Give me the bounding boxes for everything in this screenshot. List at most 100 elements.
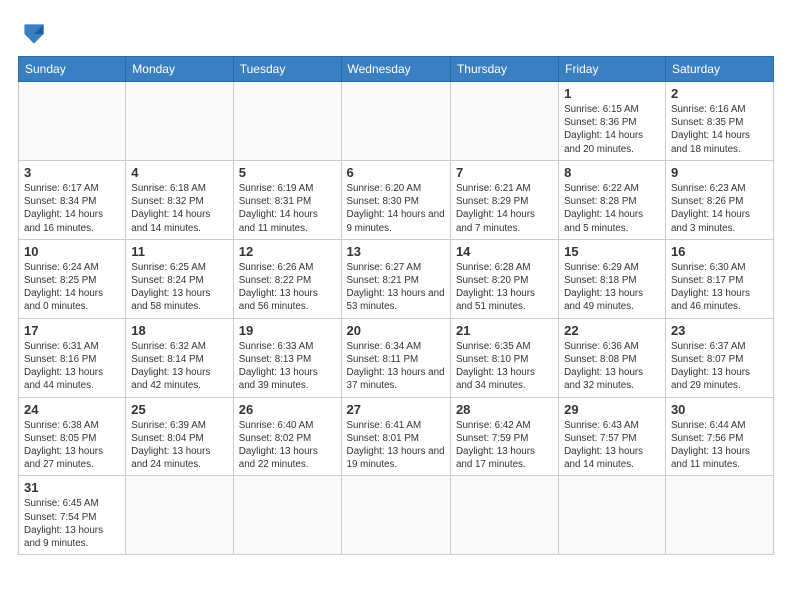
- day-info: Sunrise: 6:19 AM Sunset: 8:31 PM Dayligh…: [239, 182, 336, 235]
- calendar-cell: [233, 82, 341, 161]
- day-number: 22: [564, 323, 660, 338]
- calendar-cell: 23 Sunrise: 6:37 AM Sunset: 8:07 PM Dayli…: [665, 318, 773, 397]
- day-info: Sunrise: 6:38 AM Sunset: 8:05 PM Dayligh…: [24, 419, 120, 472]
- day-number: 23: [671, 323, 768, 338]
- day-info: Sunrise: 6:17 AM Sunset: 8:34 PM Dayligh…: [24, 182, 120, 235]
- logo: [18, 18, 54, 50]
- day-number: 26: [239, 402, 336, 417]
- calendar-cell: 18Sunrise: 6:32 AM Sunset: 8:14 PM Dayli…: [126, 318, 233, 397]
- calendar-cell: 11Sunrise: 6:25 AM Sunset: 8:24 PM Dayli…: [126, 239, 233, 318]
- day-number: 13: [347, 244, 445, 259]
- day-number: 28: [456, 402, 553, 417]
- day-number: 4: [131, 165, 227, 180]
- day-number: 17: [24, 323, 120, 338]
- day-number: 29: [564, 402, 660, 417]
- day-number: 24: [24, 402, 120, 417]
- day-info: Sunrise: 6:30 AM Sunset: 8:17 PM Dayligh…: [671, 261, 768, 314]
- day-number: 20: [347, 323, 445, 338]
- day-of-week-header: Monday: [126, 57, 233, 82]
- calendar-cell: 20 Sunrise: 6:34 AM Sunset: 8:11 PM Dayli…: [341, 318, 450, 397]
- calendar-cell: 10 Sunrise: 6:24 AM Sunset: 8:25 PM Dayli…: [19, 239, 126, 318]
- day-info: Sunrise: 6:32 AM Sunset: 8:14 PM Dayligh…: [131, 340, 227, 393]
- calendar-cell: [450, 82, 558, 161]
- day-of-week-header: Friday: [559, 57, 666, 82]
- day-info: Sunrise: 6:27 AM Sunset: 8:21 PM Dayligh…: [347, 261, 445, 314]
- day-number: 2: [671, 86, 768, 101]
- calendar-cell: 12Sunrise: 6:26 AM Sunset: 8:22 PM Dayli…: [233, 239, 341, 318]
- day-number: 14: [456, 244, 553, 259]
- calendar-cell: 1Sunrise: 6:15 AM Sunset: 8:36 PM Daylig…: [559, 82, 666, 161]
- calendar-cell: [126, 476, 233, 555]
- day-number: 25: [131, 402, 227, 417]
- day-number: 9: [671, 165, 768, 180]
- calendar-cell: [665, 476, 773, 555]
- calendar-cell: [559, 476, 666, 555]
- day-number: 21: [456, 323, 553, 338]
- day-number: 15: [564, 244, 660, 259]
- calendar-cell: 16 Sunrise: 6:30 AM Sunset: 8:17 PM Dayli…: [665, 239, 773, 318]
- day-number: 27: [347, 402, 445, 417]
- day-info: Sunrise: 6:31 AM Sunset: 8:16 PM Dayligh…: [24, 340, 120, 393]
- calendar-cell: 5 Sunrise: 6:19 AM Sunset: 8:31 PM Daylig…: [233, 160, 341, 239]
- day-info: Sunrise: 6:44 AM Sunset: 7:56 PM Dayligh…: [671, 419, 768, 472]
- day-number: 16: [671, 244, 768, 259]
- day-info: Sunrise: 6:25 AM Sunset: 8:24 PM Dayligh…: [131, 261, 227, 314]
- calendar-cell: [233, 476, 341, 555]
- day-info: Sunrise: 6:26 AM Sunset: 8:22 PM Dayligh…: [239, 261, 336, 314]
- calendar-cell: 15Sunrise: 6:29 AM Sunset: 8:18 PM Dayli…: [559, 239, 666, 318]
- calendar-cell: 24 Sunrise: 6:38 AM Sunset: 8:05 PM Dayli…: [19, 397, 126, 476]
- day-info: Sunrise: 6:20 AM Sunset: 8:30 PM Dayligh…: [347, 182, 445, 235]
- calendar-header: [18, 18, 774, 50]
- calendar-week-row: 24 Sunrise: 6:38 AM Sunset: 8:05 PM Dayli…: [19, 397, 774, 476]
- day-of-week-header: Saturday: [665, 57, 773, 82]
- day-number: 6: [347, 165, 445, 180]
- calendar-week-row: 10 Sunrise: 6:24 AM Sunset: 8:25 PM Dayli…: [19, 239, 774, 318]
- day-number: 8: [564, 165, 660, 180]
- calendar-week-row: 31 Sunrise: 6:45 AM Sunset: 7:54 PM Dayli…: [19, 476, 774, 555]
- day-info: Sunrise: 6:42 AM Sunset: 7:59 PM Dayligh…: [456, 419, 553, 472]
- calendar-cell: 7 Sunrise: 6:21 AM Sunset: 8:29 PM Daylig…: [450, 160, 558, 239]
- day-of-week-header: Sunday: [19, 57, 126, 82]
- calendar-cell: 26Sunrise: 6:40 AM Sunset: 8:02 PM Dayli…: [233, 397, 341, 476]
- day-of-week-header: Thursday: [450, 57, 558, 82]
- calendar-cell: 4Sunrise: 6:18 AM Sunset: 8:32 PM Daylig…: [126, 160, 233, 239]
- calendar-cell: [450, 476, 558, 555]
- day-info: Sunrise: 6:24 AM Sunset: 8:25 PM Dayligh…: [24, 261, 120, 314]
- day-number: 10: [24, 244, 120, 259]
- day-of-week-header: Wednesday: [341, 57, 450, 82]
- day-info: Sunrise: 6:16 AM Sunset: 8:35 PM Dayligh…: [671, 103, 768, 156]
- calendar-cell: 28 Sunrise: 6:42 AM Sunset: 7:59 PM Dayli…: [450, 397, 558, 476]
- calendar-cell: 13 Sunrise: 6:27 AM Sunset: 8:21 PM Dayli…: [341, 239, 450, 318]
- calendar-cell: [341, 476, 450, 555]
- calendar-cell: 2 Sunrise: 6:16 AM Sunset: 8:35 PM Daylig…: [665, 82, 773, 161]
- day-info: Sunrise: 6:15 AM Sunset: 8:36 PM Dayligh…: [564, 103, 660, 156]
- day-info: Sunrise: 6:36 AM Sunset: 8:08 PM Dayligh…: [564, 340, 660, 393]
- calendar-cell: 25Sunrise: 6:39 AM Sunset: 8:04 PM Dayli…: [126, 397, 233, 476]
- day-info: Sunrise: 6:41 AM Sunset: 8:01 PM Dayligh…: [347, 419, 445, 472]
- calendar-cell: 21Sunrise: 6:35 AM Sunset: 8:10 PM Dayli…: [450, 318, 558, 397]
- day-number: 5: [239, 165, 336, 180]
- calendar-cell: 29 Sunrise: 6:43 AM Sunset: 7:57 PM Dayli…: [559, 397, 666, 476]
- day-info: Sunrise: 6:23 AM Sunset: 8:26 PM Dayligh…: [671, 182, 768, 235]
- calendar-week-row: 17 Sunrise: 6:31 AM Sunset: 8:16 PM Dayli…: [19, 318, 774, 397]
- day-info: Sunrise: 6:33 AM Sunset: 8:13 PM Dayligh…: [239, 340, 336, 393]
- day-info: Sunrise: 6:43 AM Sunset: 7:57 PM Dayligh…: [564, 419, 660, 472]
- calendar-cell: 30Sunrise: 6:44 AM Sunset: 7:56 PM Dayli…: [665, 397, 773, 476]
- day-info: Sunrise: 6:34 AM Sunset: 8:11 PM Dayligh…: [347, 340, 445, 393]
- calendar-cell: [341, 82, 450, 161]
- calendar-cell: 3Sunrise: 6:17 AM Sunset: 8:34 PM Daylig…: [19, 160, 126, 239]
- day-number: 31: [24, 480, 120, 495]
- day-info: Sunrise: 6:45 AM Sunset: 7:54 PM Dayligh…: [24, 497, 120, 550]
- calendar-cell: 31 Sunrise: 6:45 AM Sunset: 7:54 PM Dayli…: [19, 476, 126, 555]
- day-info: Sunrise: 6:21 AM Sunset: 8:29 PM Dayligh…: [456, 182, 553, 235]
- calendar-cell: 17 Sunrise: 6:31 AM Sunset: 8:16 PM Dayli…: [19, 318, 126, 397]
- day-info: Sunrise: 6:37 AM Sunset: 8:07 PM Dayligh…: [671, 340, 768, 393]
- calendar-cell: [19, 82, 126, 161]
- calendar-cell: 22 Sunrise: 6:36 AM Sunset: 8:08 PM Dayli…: [559, 318, 666, 397]
- day-number: 7: [456, 165, 553, 180]
- calendar-cell: 19Sunrise: 6:33 AM Sunset: 8:13 PM Dayli…: [233, 318, 341, 397]
- logo-icon: [18, 18, 50, 50]
- calendar-table: SundayMondayTuesdayWednesdayThursdayFrid…: [18, 56, 774, 555]
- calendar-cell: [126, 82, 233, 161]
- calendar-cell: 9 Sunrise: 6:23 AM Sunset: 8:26 PM Daylig…: [665, 160, 773, 239]
